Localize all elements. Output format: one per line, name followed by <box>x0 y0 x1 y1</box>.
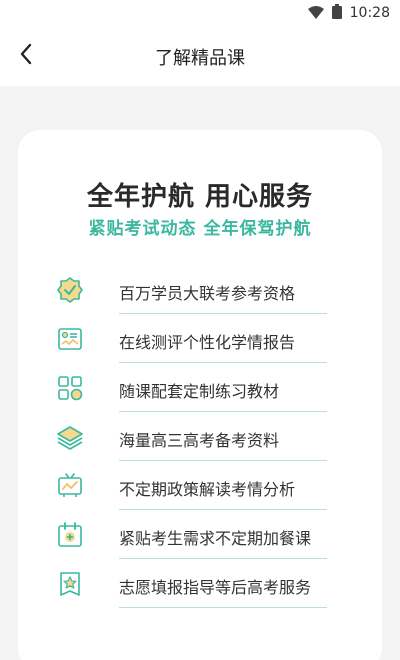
divider <box>119 509 327 510</box>
badge-check-icon <box>56 276 84 304</box>
feature-label: 百万学员大联考参考资格 <box>119 284 296 303</box>
list-item: 紧贴考生需求不定期加餐课 <box>18 511 382 560</box>
list-item: 志愿填报指导等后高考服务 <box>18 560 382 609</box>
page-title: 了解精品课 <box>155 48 245 69</box>
feature-label: 紧贴考生需求不定期加餐课 <box>119 529 312 548</box>
feature-label: 随课配套定制练习教材 <box>119 382 280 401</box>
list-item: 在线测评个性化学情报告 <box>18 315 382 364</box>
calendar-plus-icon <box>56 521 84 549</box>
layers-icon <box>56 423 84 451</box>
wifi-icon <box>307 4 324 23</box>
feature-label: 海量高三高考备考资料 <box>119 431 280 450</box>
feature-label: 志愿填报指导等后高考服务 <box>119 578 312 597</box>
feature-list: 百万学员大联考参考资格 在线测评个性化学情报告 随课配套定制练习教材 海量高三高… <box>18 266 382 609</box>
divider <box>119 607 327 608</box>
list-item: 百万学员大联考参考资格 <box>18 266 382 315</box>
feature-label: 不定期政策解读考情分析 <box>119 480 296 499</box>
status-bar: 10:28 <box>0 0 400 26</box>
certificate-star-icon <box>56 570 84 598</box>
report-card-icon <box>56 325 84 353</box>
status-time: 10:28 <box>349 5 390 21</box>
list-item: 海量高三高考备考资料 <box>18 413 382 462</box>
nav-bar: 了解精品课 <box>0 26 400 86</box>
apps-grid-icon <box>56 374 84 402</box>
divider <box>119 313 327 314</box>
divider <box>119 362 327 363</box>
info-card: 全年护航 用心服务 紧贴考试动态 全年保驾护航 百万学员大联考参考资格 在线测评… <box>18 130 382 660</box>
battery-icon <box>331 3 342 23</box>
list-item: 不定期政策解读考情分析 <box>18 462 382 511</box>
list-item: 随课配套定制练习教材 <box>18 364 382 413</box>
card-subhead: 紧贴考试动态 全年保驾护航 <box>88 219 312 239</box>
feature-label: 在线测评个性化学情报告 <box>119 333 296 352</box>
divider <box>119 460 327 461</box>
divider <box>119 411 327 412</box>
tv-chart-icon <box>56 472 84 500</box>
divider <box>119 558 327 559</box>
card-headline: 全年护航 用心服务 <box>86 182 314 212</box>
